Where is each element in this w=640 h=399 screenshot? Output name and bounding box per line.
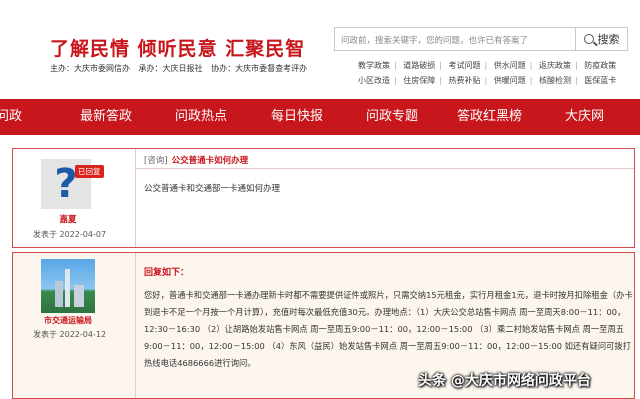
answer-header: 回复如下： xyxy=(144,268,190,278)
answer-body: 您好，普通卡和交通部一卡通办理新卡时都不需要提供证件或照片，只需交纳15元租金，… xyxy=(144,290,633,368)
nav-item-daily-news[interactable]: 每日快报 xyxy=(271,99,323,135)
asker-panel: ? 已回复 嘉夏 发表于 2022-04-07 xyxy=(13,149,123,247)
site-slogan: 了解民情 倾听民意 汇聚民智 xyxy=(50,38,306,60)
nav-item-hot-topics[interactable]: 问政热点 xyxy=(175,99,227,135)
nav-item-wenzheng[interactable]: 问政 xyxy=(0,99,22,135)
hot-tag[interactable]: 核酸检测 xyxy=(539,76,571,85)
hot-tag[interactable]: 供暖问题 xyxy=(494,76,526,85)
hot-tag[interactable]: 住房保障 xyxy=(403,76,435,85)
status-badge: 已回复 xyxy=(75,165,104,178)
hot-tag[interactable]: 热费补贴 xyxy=(449,76,481,85)
hot-tag[interactable]: 供水问题 xyxy=(494,61,526,70)
search-input[interactable]: 问政前，搜索关键字，您的问题，也许已有答案了 xyxy=(334,27,576,51)
responder-avatar xyxy=(41,259,95,313)
nav-item-latest-answers[interactable]: 最新答政 xyxy=(80,99,132,135)
organizer-line: 主办：大庆市委网信办 承办：大庆日报社 协办：大庆市委督查考评办 xyxy=(50,63,313,74)
watermark: 头条 @大庆市网络问政平台 xyxy=(418,373,591,389)
responder-name[interactable]: 市交通运输局 xyxy=(13,315,123,326)
search-icon xyxy=(583,34,594,44)
main-nav: 问政 最新答政 问政热点 每日快报 问政专题 答政红黑榜 大庆网 xyxy=(0,99,640,135)
question-content: [咨询] 公交普通卡如何办理 公交普通卡和交通部一卡通如何办理 xyxy=(135,149,634,247)
asker-name[interactable]: 嘉夏 xyxy=(13,213,123,225)
hot-tags-row-1: 教学政策 | 道路破损 | 考试问题 | 供水问题 | 返庆政策 | 防疫政策 xyxy=(358,61,617,70)
page: 了解民情 倾听民意 汇聚民智 主办：大庆市委网信办 承办：大庆日报社 协办：大庆… xyxy=(0,0,640,399)
question-tag: [咨询] xyxy=(144,156,168,166)
organizer-host: 主办：大庆市委网信办 xyxy=(50,64,130,73)
question-date: 发表于 2022-04-07 xyxy=(33,230,107,239)
nav-item-daqing-net[interactable]: 大庆网 xyxy=(565,99,604,135)
question-header: [咨询] 公交普通卡如何办理 xyxy=(136,149,634,169)
responder-panel: 市交通运输局 发表于 2022-04-12 xyxy=(13,253,123,398)
search-button-label: 搜索 xyxy=(597,33,620,46)
organizer-co-host: 协办：大庆市委督查考评办 xyxy=(211,64,308,73)
question-body: 公交普通卡和交通部一卡通如何办理 xyxy=(144,184,281,194)
hot-tag[interactable]: 小区改造 xyxy=(358,76,390,85)
nav-item-special-topics[interactable]: 问政专题 xyxy=(366,99,418,135)
hot-tag[interactable]: 教学政策 xyxy=(358,61,390,70)
hot-tag[interactable]: 道路破损 xyxy=(403,61,435,70)
hot-tag[interactable]: 返庆政策 xyxy=(539,61,571,70)
question-row: ? 已回复 嘉夏 发表于 2022-04-07 [咨询] 公交普通卡如何办理 公交… xyxy=(12,148,635,248)
hot-tags-row-2: 小区改造 | 住房保障 | 热费补贴 | 供暖问题 | 核酸检测 | 医保蓝卡 xyxy=(358,76,617,85)
hot-tag[interactable]: 防疫政策 xyxy=(584,61,616,70)
hot-tag[interactable]: 医保蓝卡 xyxy=(584,76,616,85)
nav-item-red-black-list[interactable]: 答政红黑榜 xyxy=(457,99,522,135)
answer-date: 发表于 2022-04-12 xyxy=(33,330,107,339)
organizer-undertaker: 承办：大庆日报社 xyxy=(138,64,203,73)
hot-tag[interactable]: 考试问题 xyxy=(449,61,481,70)
site-header: 了解民情 倾听民意 汇聚民智 主办：大庆市委网信办 承办：大庆日报社 协办：大庆… xyxy=(0,0,640,100)
search-button[interactable]: 搜索 xyxy=(576,27,628,51)
question-title[interactable]: 公交普通卡如何办理 xyxy=(172,156,249,166)
